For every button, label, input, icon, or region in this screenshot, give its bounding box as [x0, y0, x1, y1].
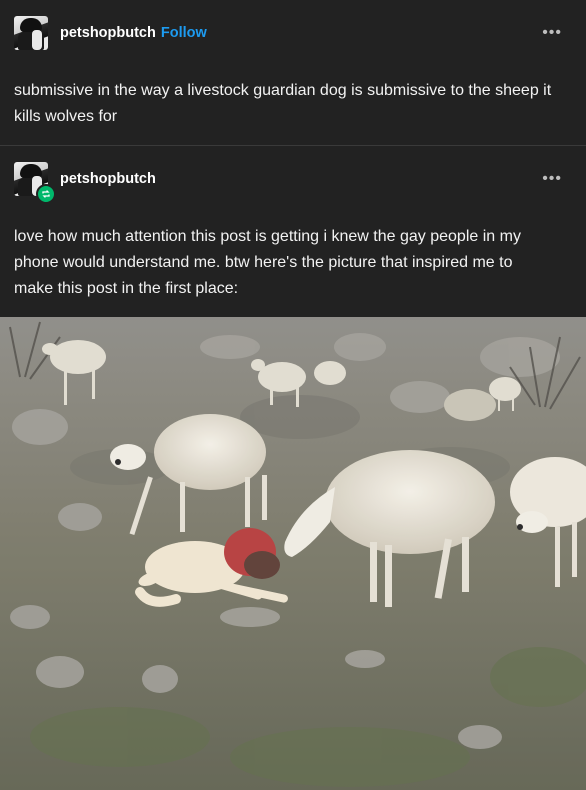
reblog-icon: [36, 184, 56, 204]
post-text: submissive in the way a livestock guardi…: [14, 82, 552, 125]
avatar[interactable]: [14, 16, 48, 50]
more-options-icon[interactable]: •••: [542, 170, 562, 188]
follow-button[interactable]: Follow: [161, 25, 207, 41]
username-link[interactable]: petshopbutch: [60, 171, 156, 187]
reblog-header: petshopbutch: [14, 162, 156, 204]
more-options-icon[interactable]: •••: [542, 24, 562, 42]
divider: [0, 145, 586, 146]
reblog-text: love how much attention this post is get…: [14, 228, 521, 297]
avatar[interactable]: [14, 162, 56, 204]
post-photo[interactable]: [0, 317, 586, 790]
sheep-and-dog-photo: [0, 317, 586, 790]
username-link[interactable]: petshopbutch: [60, 25, 156, 41]
original-post-header: petshopbutch Follow: [14, 16, 207, 50]
